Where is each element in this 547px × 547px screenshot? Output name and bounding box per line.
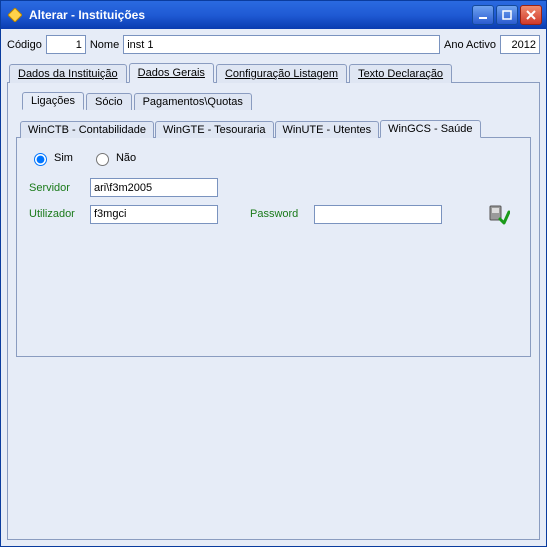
subtab-socio-label: Sócio: [95, 96, 123, 108]
radio-group: Sim Não: [29, 150, 518, 166]
main-tabpage: Ligações Sócio Pagamentos\Quotas WinCTB …: [7, 83, 540, 540]
subtab-ligacoes-label: Ligações: [31, 95, 75, 107]
radio-nao-input[interactable]: [96, 153, 109, 166]
servidor-row: Servidor: [29, 178, 518, 197]
client-area: Dados da Instituição Dados Gerais Config…: [1, 58, 546, 546]
password-input[interactable]: [314, 205, 442, 224]
maximize-button[interactable]: [496, 5, 518, 25]
servidor-input[interactable]: [90, 178, 218, 197]
innertab-wingcs-label: WinGCS - Saúde: [388, 123, 472, 135]
minimize-button[interactable]: [472, 5, 494, 25]
password-label: Password: [250, 208, 308, 220]
radio-nao-label: Não: [116, 152, 136, 164]
utilizador-label: Utilizador: [29, 208, 84, 220]
utilizador-input[interactable]: [90, 205, 218, 224]
titlebar: Alterar - Instituições: [1, 1, 546, 29]
tab-texto-declaracao[interactable]: Texto Declaração: [349, 64, 452, 83]
radio-sim-input[interactable]: [34, 153, 47, 166]
tab-dados-gerais[interactable]: Dados Gerais: [129, 63, 214, 83]
radio-sim-label: Sim: [54, 152, 73, 164]
test-connection-button[interactable]: [488, 203, 510, 225]
inner-tabpage: Sim Não Servidor Utilizador: [16, 137, 531, 357]
sub-tabpage: WinCTB - Contabilidade WinGTE - Tesourar…: [16, 109, 531, 357]
utilizador-row: Utilizador Password: [29, 203, 518, 225]
innertab-winute-label: WinUTE - Utentes: [283, 124, 372, 136]
innertab-winute[interactable]: WinUTE - Utentes: [275, 121, 380, 138]
ano-activo-input[interactable]: [500, 35, 540, 54]
radio-sim[interactable]: Sim: [29, 150, 73, 166]
subtab-pagamentos[interactable]: Pagamentos\Quotas: [134, 93, 252, 110]
innertab-wingte[interactable]: WinGTE - Tesouraria: [155, 121, 274, 138]
header-row: Código Nome Ano Activo: [1, 29, 546, 58]
tab-dados-instituicao-label: Dados da Instituição: [18, 68, 118, 80]
nome-input[interactable]: [123, 35, 440, 54]
window-buttons: [472, 5, 542, 25]
tab-texto-declaracao-label: Texto Declaração: [358, 68, 443, 80]
innertab-winctb[interactable]: WinCTB - Contabilidade: [20, 121, 154, 138]
servidor-label: Servidor: [29, 182, 84, 194]
codigo-input[interactable]: [46, 35, 86, 54]
innertab-wingcs[interactable]: WinGCS - Saúde: [380, 120, 480, 138]
sub-tabstrip: Ligações Sócio Pagamentos\Quotas: [16, 91, 531, 109]
ano-activo-label: Ano Activo: [444, 39, 496, 51]
app-icon: [7, 7, 23, 23]
radio-nao[interactable]: Não: [91, 150, 136, 166]
subtab-ligacoes[interactable]: Ligações: [22, 92, 84, 110]
inner-tabstrip: WinCTB - Contabilidade WinGTE - Tesourar…: [16, 119, 531, 137]
tab-dados-instituicao[interactable]: Dados da Instituição: [9, 64, 127, 83]
codigo-label: Código: [7, 39, 42, 51]
close-button[interactable]: [520, 5, 542, 25]
main-tabstrip: Dados da Instituição Dados Gerais Config…: [7, 62, 540, 83]
tab-dados-gerais-label: Dados Gerais: [138, 67, 205, 79]
window-title: Alterar - Instituições: [29, 8, 472, 22]
innertab-winctb-label: WinCTB - Contabilidade: [28, 124, 146, 136]
window-frame: Alterar - Instituições Código Nome Ano A…: [0, 0, 547, 547]
innertab-wingte-label: WinGTE - Tesouraria: [163, 124, 266, 136]
tab-config-listagem[interactable]: Configuração Listagem: [216, 64, 347, 83]
tab-config-listagem-label: Configuração Listagem: [225, 68, 338, 80]
subtab-socio[interactable]: Sócio: [86, 93, 132, 110]
nome-label: Nome: [90, 39, 119, 51]
subtab-pagamentos-label: Pagamentos\Quotas: [143, 96, 243, 108]
